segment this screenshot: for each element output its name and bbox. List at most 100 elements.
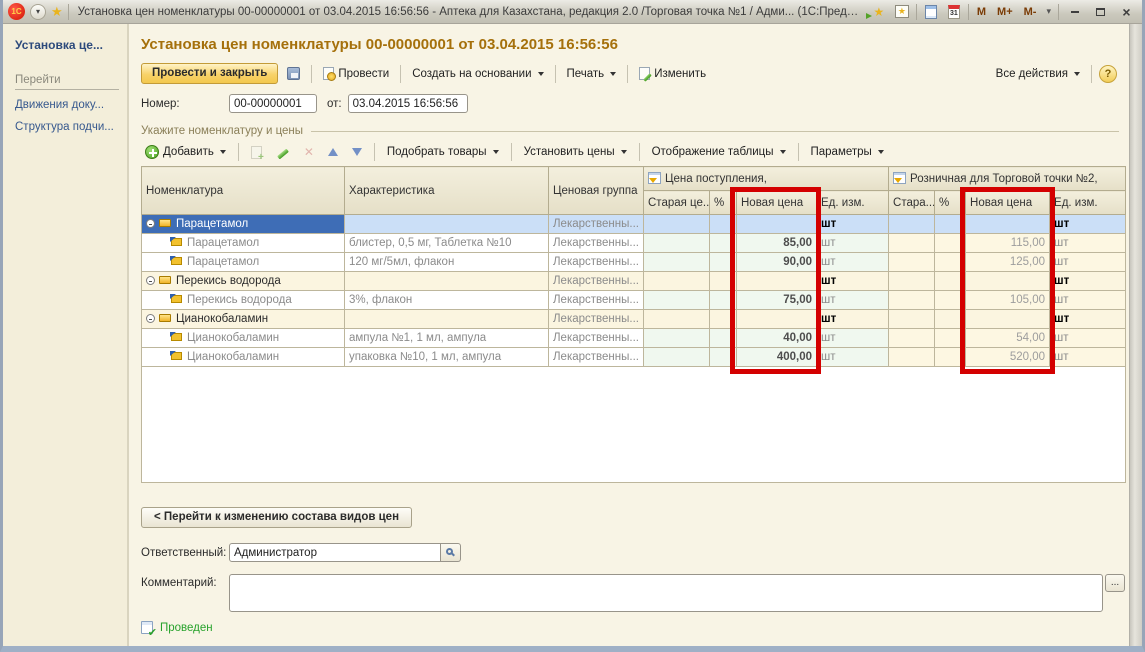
parameters-button[interactable]: Параметры — [807, 144, 888, 160]
pick-goods-button[interactable]: Подобрать товары — [383, 144, 503, 160]
col-header-old-price-1[interactable]: Старая це... — [644, 191, 710, 215]
cell-unit-1[interactable]: шт — [817, 348, 889, 367]
cell-price-group[interactable]: Лекарственны... — [549, 272, 644, 291]
cell-new-price-1[interactable]: 90,00 — [737, 253, 817, 272]
add-button[interactable]: Добавить — [141, 143, 230, 161]
cell-percent-1[interactable] — [710, 215, 737, 234]
number-input[interactable] — [229, 94, 317, 113]
cell-new-price-1[interactable] — [737, 215, 817, 234]
print-button[interactable]: Печать — [563, 66, 621, 82]
responsible-input[interactable] — [229, 543, 441, 562]
table-row-item[interactable]: Цианокобаламинупаковка №10, 1 мл, ампула… — [142, 348, 1126, 367]
cell-new-price-2[interactable] — [966, 272, 1050, 291]
cell-old-price-2[interactable] — [889, 253, 935, 272]
memory-recall-button[interactable]: M — [974, 6, 989, 18]
col-header-percent-2[interactable]: % — [935, 191, 966, 215]
cell-new-price-2[interactable]: 54,00 — [966, 329, 1050, 348]
cell-new-price-2[interactable]: 125,00 — [966, 253, 1050, 272]
sidebar-item-current[interactable]: Установка це... — [15, 38, 119, 52]
cell-old-price-2[interactable] — [889, 272, 935, 291]
cell-new-price-1[interactable]: 400,00 — [737, 348, 817, 367]
cell-percent-2[interactable] — [935, 329, 966, 348]
col-group-retail-price[interactable]: Розничная для Торговой точки №2, — [889, 167, 1126, 191]
cell-new-price-1[interactable]: 75,00 — [737, 291, 817, 310]
cell-unit-1[interactable]: шт — [817, 234, 889, 253]
cell-characteristic[interactable]: 120 мг/5мл, флакон — [345, 253, 549, 272]
table-view-button[interactable]: Отображение таблицы — [648, 144, 790, 160]
move-up-button[interactable] — [324, 146, 342, 158]
cell-new-price-1[interactable] — [737, 310, 817, 329]
responsible-lookup-button[interactable] — [441, 543, 461, 562]
maximize-button[interactable] — [1090, 3, 1111, 20]
col-header-new-price-2[interactable]: Новая цена — [966, 191, 1050, 215]
help-button[interactable]: ? — [1099, 65, 1117, 83]
cell-nomenclature[interactable]: Цианокобаламин — [142, 329, 345, 348]
cell-old-price-2[interactable] — [889, 329, 935, 348]
cell-unit-2[interactable]: шт — [1050, 310, 1126, 329]
cell-old-price-2[interactable] — [889, 310, 935, 329]
move-down-button[interactable] — [348, 146, 366, 158]
cell-characteristic[interactable]: упаковка №10, 1 мл, ампула — [345, 348, 549, 367]
collapse-icon[interactable] — [146, 276, 155, 285]
cell-characteristic[interactable]: 3%, флакон — [345, 291, 549, 310]
cell-percent-1[interactable] — [710, 253, 737, 272]
col-header-unit-1[interactable]: Ед. изм. — [817, 191, 889, 215]
cell-nomenclature[interactable]: Парацетамол — [142, 253, 345, 272]
cell-unit-2[interactable]: шт — [1050, 348, 1126, 367]
table-row-item[interactable]: Парацетамол120 мг/5мл, флаконЛекарственн… — [142, 253, 1126, 272]
cell-unit-1[interactable]: шт — [817, 310, 889, 329]
cell-percent-2[interactable] — [935, 272, 966, 291]
cell-percent-1[interactable] — [710, 272, 737, 291]
table-row-item[interactable]: Цианокобаламинампула №1, 1 мл, ампулаЛек… — [142, 329, 1126, 348]
cell-new-price-2[interactable]: 105,00 — [966, 291, 1050, 310]
cell-percent-1[interactable] — [710, 310, 737, 329]
cell-new-price-2[interactable] — [966, 215, 1050, 234]
cell-price-group[interactable]: Лекарственны... — [549, 291, 644, 310]
cell-price-group[interactable]: Лекарственны... — [549, 329, 644, 348]
comment-expand-button[interactable]: ... — [1105, 574, 1125, 592]
cell-unit-2[interactable]: шт — [1050, 234, 1126, 253]
cell-percent-2[interactable] — [935, 234, 966, 253]
cell-price-group[interactable]: Лекарственны... — [549, 348, 644, 367]
cell-unit-2[interactable]: шт — [1050, 215, 1126, 234]
cell-unit-2[interactable]: шт — [1050, 291, 1126, 310]
cell-percent-2[interactable] — [935, 291, 966, 310]
all-actions-button[interactable]: Все действия — [992, 66, 1084, 82]
items-table[interactable]: Номенклатура Характеристика Ценовая груп… — [141, 166, 1126, 483]
save-button[interactable] — [283, 65, 304, 82]
minimize-button[interactable] — [1064, 3, 1085, 20]
empty-table-space[interactable] — [142, 367, 1126, 483]
table-row-item[interactable]: Парацетамолблистер, 0,5 мг, Таблетка №10… — [142, 234, 1126, 253]
comment-input[interactable] — [229, 574, 1103, 612]
col-header-price-group[interactable]: Ценовая группа — [549, 167, 644, 215]
cell-old-price-2[interactable] — [889, 234, 935, 253]
cell-old-price-1[interactable] — [644, 215, 710, 234]
cell-nomenclature[interactable]: Перекись водорода — [142, 272, 345, 291]
cell-new-price-1[interactable]: 85,00 — [737, 234, 817, 253]
cell-old-price-2[interactable] — [889, 348, 935, 367]
cell-characteristic[interactable]: блистер, 0,5 мг, Таблетка №10 — [345, 234, 549, 253]
post-button[interactable]: Провести — [319, 65, 393, 82]
table-row-item[interactable]: Перекись водорода3%, флаконЛекарственны.… — [142, 291, 1126, 310]
cell-percent-1[interactable] — [710, 329, 737, 348]
col-header-percent-1[interactable]: % — [710, 191, 737, 215]
cell-old-price-1[interactable] — [644, 348, 710, 367]
cell-old-price-1[interactable] — [644, 310, 710, 329]
calculator-button[interactable] — [922, 4, 940, 20]
col-header-old-price-2[interactable]: Стара... — [889, 191, 935, 215]
cell-unit-2[interactable]: шт — [1050, 272, 1126, 291]
cell-unit-1[interactable]: шт — [817, 329, 889, 348]
cell-unit-1[interactable]: шт — [817, 272, 889, 291]
close-button[interactable]: × — [1116, 3, 1137, 20]
set-prices-button[interactable]: Установить цены — [520, 144, 631, 160]
collapse-toolbar-icon[interactable]: ▾ — [1044, 6, 1053, 17]
memory-plus-button[interactable]: M+ — [994, 6, 1016, 18]
show-favorites-button[interactable]: ★ — [893, 4, 911, 20]
favorites-star-icon[interactable]: ★ — [51, 5, 63, 18]
cell-percent-1[interactable] — [710, 291, 737, 310]
cell-unit-1[interactable]: шт — [817, 253, 889, 272]
cell-nomenclature[interactable]: Цианокобаламин — [142, 310, 345, 329]
col-header-characteristic[interactable]: Характеристика — [345, 167, 549, 215]
cell-old-price-1[interactable] — [644, 234, 710, 253]
cell-characteristic[interactable] — [345, 272, 549, 291]
